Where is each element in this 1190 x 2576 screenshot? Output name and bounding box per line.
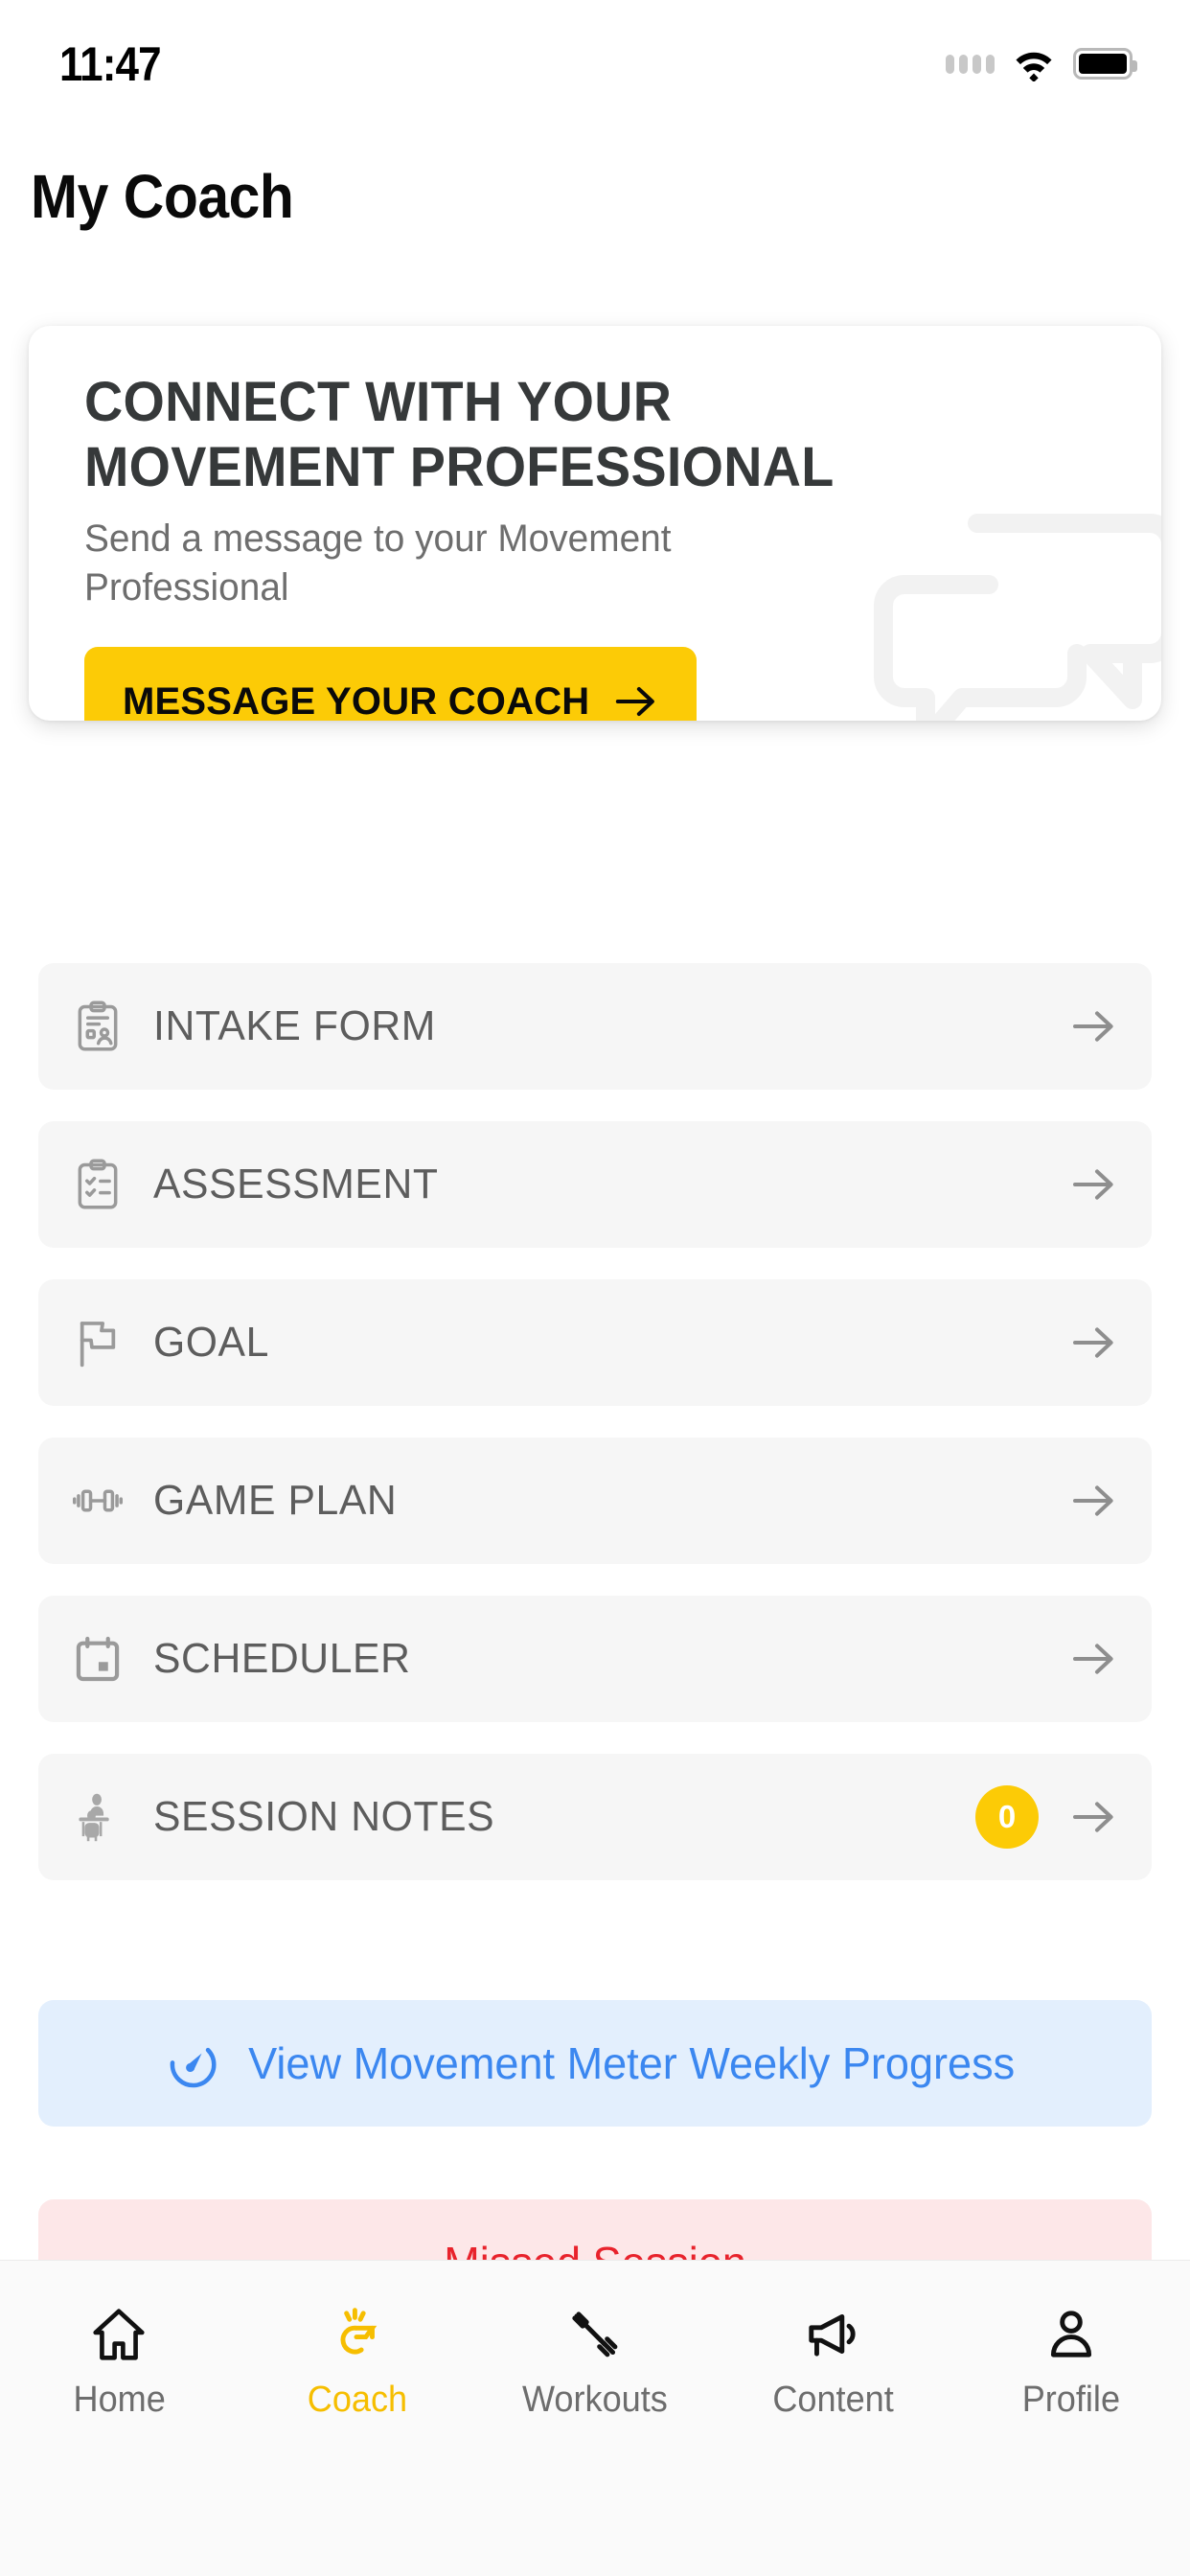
movement-meter-banner[interactable]: View Movement Meter Weekly Progress xyxy=(38,2000,1152,2127)
tab-label: Home xyxy=(73,2380,166,2420)
battery-full-icon xyxy=(1073,48,1137,80)
card-content: CONNECT WITH YOUR MOVEMENT PROFESSIONAL … xyxy=(29,326,1161,721)
menu-item-goal[interactable]: GOAL xyxy=(38,1279,1152,1406)
tab-profile[interactable]: Profile xyxy=(952,2305,1190,2421)
coach-menu-list: INTAKE FORM ASSESSMENT GOAL GAME PLAN SC… xyxy=(38,963,1152,1912)
signal-dots-icon xyxy=(946,54,995,74)
menu-item-label: ASSESSMENT xyxy=(153,1161,439,1208)
menu-item-label: SESSION NOTES xyxy=(153,1793,495,1840)
arrow-right-icon xyxy=(1073,1327,1113,1358)
arrow-right-icon xyxy=(1073,1802,1113,1832)
bottom-tab-bar: Home Coach Workouts Content Profile xyxy=(0,2260,1190,2576)
clipboard-checklist-icon xyxy=(71,1158,125,1211)
menu-item-label: INTAKE FORM xyxy=(153,1002,436,1049)
status-time: 11:47 xyxy=(59,36,162,91)
card-subtitle: Send a message to your Movement Professi… xyxy=(84,517,672,610)
connect-coach-card: CONNECT WITH YOUR MOVEMENT PROFESSIONAL … xyxy=(29,326,1161,721)
page-title: My Coach xyxy=(31,162,294,231)
menu-item-intake-form[interactable]: INTAKE FORM xyxy=(38,963,1152,1090)
menu-item-label: SCHEDULER xyxy=(153,1635,411,1682)
menu-item-label: GAME PLAN xyxy=(153,1477,398,1524)
tab-label: Coach xyxy=(307,2380,407,2420)
gauge-icon xyxy=(170,2047,217,2088)
dumbbell-icon xyxy=(71,1474,125,1528)
tab-home[interactable]: Home xyxy=(0,2305,238,2421)
clipboard-person-icon xyxy=(71,1000,125,1053)
message-your-coach-button[interactable]: MESSAGE YOUR COACH xyxy=(84,647,698,721)
tab-label: Content xyxy=(772,2380,894,2420)
card-title: CONNECT WITH YOUR MOVEMENT PROFESSIONAL xyxy=(84,371,835,499)
menu-item-session-notes[interactable]: SESSION NOTES 0 xyxy=(38,1754,1152,1880)
megaphone-icon xyxy=(809,2313,857,2357)
message-your-coach-label: MESSAGE YOUR COACH xyxy=(123,679,590,721)
arrow-right-icon xyxy=(1073,1485,1113,1516)
menu-item-assessment[interactable]: ASSESSMENT xyxy=(38,1121,1152,1248)
arrow-right-icon xyxy=(1073,1169,1113,1200)
calendar-icon xyxy=(71,1632,125,1686)
wifi-icon xyxy=(1016,52,1052,81)
barbell-icon xyxy=(572,2312,618,2358)
arrow-right-icon xyxy=(1073,1011,1113,1042)
tab-label: Workouts xyxy=(522,2380,668,2420)
menu-item-label: GOAL xyxy=(153,1319,269,1366)
whistle-icon xyxy=(340,2308,377,2355)
tab-workouts[interactable]: Workouts xyxy=(476,2305,714,2421)
status-indicators xyxy=(946,47,1137,81)
coach-person-icon xyxy=(71,1790,125,1844)
menu-item-game-plan[interactable]: GAME PLAN xyxy=(38,1438,1152,1564)
house-icon xyxy=(93,2309,145,2360)
arrow-right-icon xyxy=(1073,1644,1113,1674)
arrow-right-icon xyxy=(616,687,655,717)
menu-item-scheduler[interactable]: SCHEDULER xyxy=(38,1596,1152,1722)
person-icon xyxy=(1050,2311,1091,2358)
tab-content[interactable]: Content xyxy=(714,2305,951,2421)
app-screen: 11:47 My Coach CONNECT WITH YOUR MOVEMEN… xyxy=(0,0,1190,2576)
tab-label: Profile xyxy=(1021,2380,1120,2420)
status-bar: 11:47 xyxy=(0,0,1190,101)
flag-icon xyxy=(71,1316,125,1369)
tab-coach[interactable]: Coach xyxy=(238,2305,475,2421)
session-notes-count-badge: 0 xyxy=(975,1785,1039,1849)
movement-meter-label: View Movement Meter Weekly Progress xyxy=(247,2038,1016,2088)
